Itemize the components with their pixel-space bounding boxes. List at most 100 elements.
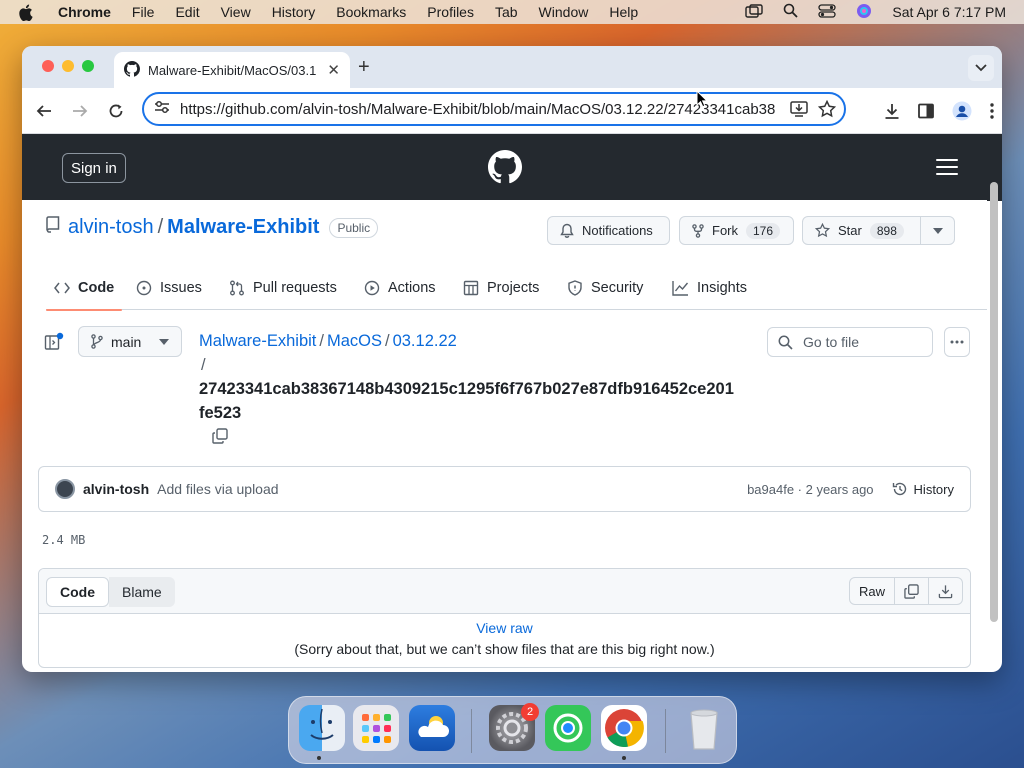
- history-label: History: [913, 481, 954, 497]
- repo-name-link[interactable]: Malware-Exhibit: [167, 216, 319, 239]
- fork-count: 176: [746, 222, 781, 239]
- repo-separator: /: [157, 216, 164, 238]
- kebab-menu-icon[interactable]: [990, 103, 994, 122]
- file-too-large-notice: (Sorry about that, but we can’t show fil…: [294, 641, 715, 657]
- sign-in-button[interactable]: Sign in: [62, 153, 126, 183]
- menu-tab[interactable]: Tab: [495, 4, 518, 20]
- profile-avatar-icon[interactable]: [952, 101, 972, 124]
- url-text: https://github.com/alvin-tosh/Malware-Ex…: [180, 100, 776, 118]
- tab-title: Malware-Exhibit/MacOS/03.1: [148, 62, 317, 78]
- forward-button[interactable]: [70, 101, 90, 121]
- avatar[interactable]: [55, 479, 75, 499]
- menu-profiles[interactable]: Profiles: [427, 4, 474, 20]
- raw-button[interactable]: Raw: [850, 578, 894, 604]
- branch-selector[interactable]: main: [78, 326, 182, 357]
- star-button[interactable]: Star 898: [802, 216, 921, 245]
- commit-author[interactable]: alvin-tosh: [83, 481, 149, 497]
- github-content: alvin-tosh / Malware-Exhibit Public Noti…: [22, 200, 987, 668]
- tab-strip: Malware-Exhibit/MacOS/03.1 ✕ +: [22, 46, 1002, 88]
- page-scrollbar[interactable]: [990, 182, 998, 622]
- more-options-button[interactable]: [944, 327, 970, 357]
- download-raw-button[interactable]: [928, 578, 962, 604]
- notifications-button[interactable]: Notifications: [547, 216, 670, 245]
- spotlight-search-icon[interactable]: [783, 3, 799, 21]
- menu-help[interactable]: Help: [609, 4, 638, 20]
- hamburger-menu-icon[interactable]: [936, 159, 958, 180]
- breadcrumb-folder-date[interactable]: 03.12.22: [393, 332, 457, 350]
- expand-file-tree-button[interactable]: [44, 332, 64, 352]
- tab-actions[interactable]: Actions: [364, 266, 436, 310]
- code-icon: [54, 282, 70, 294]
- new-tab-button[interactable]: +: [358, 56, 370, 79]
- breadcrumb-folder-macos[interactable]: MacOS: [327, 332, 382, 350]
- tab-search-button[interactable]: [968, 55, 994, 81]
- commit-message[interactable]: Add files via upload: [157, 481, 278, 497]
- finder-icon[interactable]: [299, 705, 345, 751]
- menu-file[interactable]: File: [132, 4, 155, 20]
- downloads-icon[interactable]: [884, 103, 900, 122]
- menu-window[interactable]: Window: [539, 4, 589, 20]
- menu-edit[interactable]: Edit: [175, 4, 199, 20]
- chrome-dock-icon[interactable]: [601, 705, 647, 751]
- close-window-button[interactable]: [42, 60, 54, 72]
- breadcrumb-separator: /: [384, 332, 390, 350]
- site-settings-icon[interactable]: [154, 100, 170, 118]
- menubar-clock[interactable]: Sat Apr 6 7:17 PM: [892, 4, 1006, 20]
- file-size: 2.4 MB: [42, 533, 86, 547]
- menu-history[interactable]: History: [272, 4, 316, 20]
- repo-owner-link[interactable]: alvin-tosh: [68, 216, 154, 239]
- go-to-file-input[interactable]: Go to file: [767, 327, 933, 357]
- star-list-dropdown[interactable]: [920, 216, 955, 245]
- side-panel-icon[interactable]: [918, 103, 934, 122]
- blame-view-button[interactable]: Blame: [109, 577, 175, 607]
- menu-bookmarks[interactable]: Bookmarks: [336, 4, 406, 20]
- tab-pull-requests-label: Pull requests: [253, 280, 337, 296]
- more-horizontal-icon: [950, 340, 964, 344]
- control-center-icon[interactable]: [818, 3, 837, 21]
- address-bar[interactable]: https://github.com/alvin-tosh/Malware-Ex…: [142, 92, 846, 126]
- tab-security-label: Security: [591, 280, 644, 296]
- menu-app-name[interactable]: Chrome: [58, 4, 111, 20]
- tab-close-icon[interactable]: ✕: [327, 61, 340, 79]
- tab-insights[interactable]: Insights: [672, 266, 747, 310]
- code-view-button[interactable]: Code: [46, 577, 109, 607]
- reload-icon: [109, 104, 123, 118]
- trash-icon[interactable]: [681, 705, 727, 751]
- bookmark-star-icon[interactable]: [818, 100, 836, 118]
- find-my-icon[interactable]: [545, 705, 591, 751]
- file-name: 27423341cab38367148b4309215c1295f6f767b0…: [199, 380, 734, 422]
- view-raw-link[interactable]: View raw: [39, 618, 970, 639]
- install-app-icon[interactable]: [790, 101, 808, 117]
- apple-icon[interactable]: [18, 4, 34, 21]
- zoom-window-button[interactable]: [82, 60, 94, 72]
- copy-icon: [904, 583, 919, 599]
- window-switcher-icon[interactable]: [745, 3, 764, 21]
- minimize-window-button[interactable]: [62, 60, 74, 72]
- notifications-label: Notifications: [582, 223, 653, 238]
- arrow-right-icon: [73, 105, 88, 117]
- weather-icon[interactable]: [409, 705, 455, 751]
- tab-security[interactable]: Security: [567, 266, 643, 310]
- git-branch-icon: [91, 334, 103, 349]
- tab-projects[interactable]: Projects: [463, 266, 539, 310]
- reload-button[interactable]: [106, 101, 126, 121]
- tab-code-label: Code: [78, 280, 115, 296]
- copy-path-button[interactable]: [212, 428, 228, 447]
- breadcrumb-separator: /: [319, 332, 324, 350]
- tab-pull-requests[interactable]: Pull requests: [229, 266, 337, 310]
- tab-code[interactable]: Code: [45, 266, 123, 311]
- menu-view[interactable]: View: [221, 4, 251, 20]
- browser-tab-active[interactable]: Malware-Exhibit/MacOS/03.1 ✕: [114, 52, 350, 88]
- fork-button[interactable]: Fork 176: [679, 216, 794, 245]
- commit-meta[interactable]: ba9a4fe · 2 years ago: [747, 482, 873, 497]
- file-viewer: Code Blame Raw View raw (Sorry about tha…: [38, 568, 971, 668]
- back-button[interactable]: [34, 101, 54, 121]
- breadcrumb-repo-link[interactable]: Malware-Exhibit: [199, 332, 316, 350]
- history-button[interactable]: History: [892, 481, 954, 497]
- github-favicon-icon: [124, 60, 140, 80]
- copy-raw-button[interactable]: [894, 578, 928, 604]
- github-logo-icon[interactable]: [488, 150, 522, 187]
- siri-icon[interactable]: [856, 3, 872, 22]
- launchpad-icon[interactable]: [353, 705, 399, 751]
- tab-issues[interactable]: Issues: [136, 266, 202, 310]
